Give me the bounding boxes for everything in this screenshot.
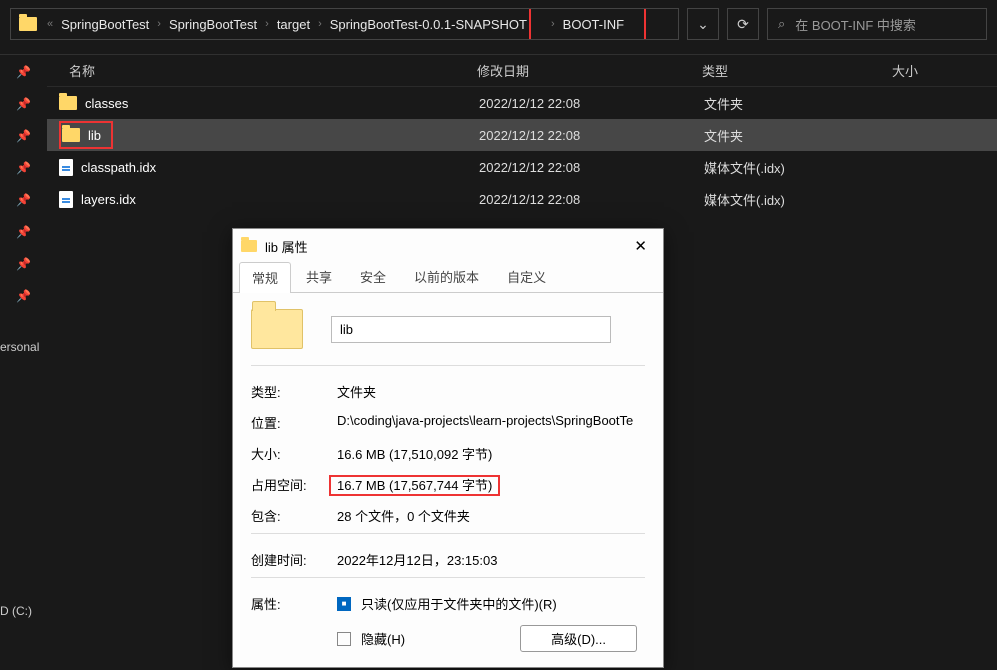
pin-icon[interactable]: 📌 <box>16 225 31 239</box>
tab-custom[interactable]: 自定义 <box>494 261 559 292</box>
breadcrumb-seg[interactable]: SpringBootTest-0.0.1-SNAPSHOT <box>326 17 531 32</box>
pin-icon[interactable]: 📌 <box>16 289 31 303</box>
folder-icon <box>251 309 303 349</box>
close-button[interactable]: ✕ <box>626 235 655 257</box>
tab-general[interactable]: 常规 <box>239 262 291 293</box>
hidden-checkbox[interactable] <box>337 632 351 646</box>
breadcrumb-current[interactable]: › BOOT-INF <box>529 8 646 40</box>
toolbar: « SpringBootTest › SpringBootTest › targ… <box>0 0 997 55</box>
refresh-button[interactable]: ⟳ <box>727 8 759 40</box>
breadcrumb-seg[interactable]: SpringBootTest <box>57 17 153 32</box>
value-created: 2022年12月12日，23:15:03 <box>337 550 645 569</box>
list-item[interactable]: classpath.idx 2022/12/12 22:08 媒体文件(.idx… <box>47 151 997 183</box>
file-name: lib <box>88 128 101 143</box>
file-icon <box>59 191 73 208</box>
file-date: 2022/12/12 22:08 <box>479 160 704 175</box>
value-disk: 16.7 MB (17,567,744 字节) <box>337 478 492 493</box>
history-button[interactable]: ⌄ <box>687 8 719 40</box>
tab-security[interactable]: 安全 <box>347 261 399 292</box>
dialog-title: lib 属性 <box>265 237 308 256</box>
pin-icon[interactable]: 📌 <box>16 161 31 175</box>
breadcrumb-seg[interactable]: SpringBootTest <box>165 17 261 32</box>
chevron-right-icon: › <box>547 18 559 30</box>
column-date[interactable]: 修改日期 <box>477 61 702 80</box>
folder-icon <box>19 17 37 31</box>
tab-row: 常规 共享 安全 以前的版本 自定义 <box>233 261 663 293</box>
value-type: 文件夹 <box>337 382 645 401</box>
file-name: classpath.idx <box>81 160 156 175</box>
highlight-box: 16.7 MB (17,567,744 字节) <box>329 475 500 496</box>
file-date: 2022/12/12 22:08 <box>479 96 704 111</box>
search-input[interactable]: ⌕ 在 BOOT-INF 中搜索 <box>767 8 987 40</box>
column-type[interactable]: 类型 <box>702 61 892 80</box>
sidebar-item-drive[interactable]: D (C:) <box>0 604 32 618</box>
value-size: 16.6 MB (17,510,092 字节) <box>337 444 645 463</box>
file-icon <box>59 159 73 176</box>
column-header-row: 名称 修改日期 类型 大小 <box>47 55 997 87</box>
pin-icon[interactable]: 📌 <box>16 65 31 79</box>
properties-dialog: lib 属性 ✕ 常规 共享 安全 以前的版本 自定义 类型:文件夹 位置:D:… <box>232 228 664 668</box>
list-item[interactable]: classes 2022/12/12 22:08 文件夹 <box>47 87 997 119</box>
folder-name-input[interactable] <box>331 316 611 343</box>
label-size: 大小: <box>251 444 337 463</box>
tab-share[interactable]: 共享 <box>293 261 345 292</box>
file-type: 文件夹 <box>704 126 894 145</box>
chevron-right-icon: › <box>153 18 165 30</box>
folder-icon <box>59 96 77 110</box>
search-placeholder: 在 BOOT-INF 中搜索 <box>795 15 916 34</box>
readonly-label: 只读(仅应用于文件夹中的文件)(R) <box>361 594 557 613</box>
breadcrumb-seg[interactable]: BOOT-INF <box>559 17 628 32</box>
file-type: 媒体文件(.idx) <box>704 190 894 209</box>
tab-body: 类型:文件夹 位置:D:\coding\java-projects\learn-… <box>233 293 663 667</box>
chevron-down-icon: ⌄ <box>697 16 709 33</box>
sidebar: 📌 📌 📌 📌 📌 📌 📌 📌 <box>0 55 47 670</box>
file-date: 2022/12/12 22:08 <box>479 128 704 143</box>
pin-icon[interactable]: 📌 <box>16 97 31 111</box>
value-location: D:\coding\java-projects\learn-projects\S… <box>337 413 645 432</box>
value-contains: 28 个文件，0 个文件夹 <box>337 506 645 525</box>
folder-icon <box>62 128 80 142</box>
file-date: 2022/12/12 22:08 <box>479 192 704 207</box>
chevron-right-icon: › <box>314 18 326 30</box>
label-type: 类型: <box>251 382 337 401</box>
folder-icon <box>241 240 257 252</box>
file-name: classes <box>85 96 128 111</box>
column-name[interactable]: 名称 <box>47 61 477 80</box>
address-bar[interactable]: « SpringBootTest › SpringBootTest › targ… <box>10 8 679 40</box>
chevron-right-icon: › <box>261 18 273 30</box>
search-icon: ⌕ <box>778 16 785 32</box>
refresh-icon: ⟳ <box>737 16 749 33</box>
breadcrumb-overflow[interactable]: « <box>43 18 57 30</box>
label-disk: 占用空间: <box>251 475 337 494</box>
pin-icon[interactable]: 📌 <box>16 193 31 207</box>
advanced-button[interactable]: 高级(D)... <box>520 625 637 652</box>
label-contains: 包含: <box>251 506 337 525</box>
pin-icon[interactable]: 📌 <box>16 257 31 271</box>
hidden-label: 隐藏(H) <box>361 629 405 648</box>
file-name: layers.idx <box>81 192 136 207</box>
label-attrs: 属性: <box>251 594 337 613</box>
readonly-checkbox[interactable] <box>337 597 351 611</box>
file-type: 文件夹 <box>704 94 894 113</box>
dialog-titlebar[interactable]: lib 属性 ✕ <box>233 229 663 261</box>
breadcrumb-seg[interactable]: target <box>273 17 314 32</box>
label-location: 位置: <box>251 413 337 432</box>
list-item[interactable]: layers.idx 2022/12/12 22:08 媒体文件(.idx) <box>47 183 997 215</box>
highlight-box: lib <box>59 121 113 149</box>
file-type: 媒体文件(.idx) <box>704 158 894 177</box>
tab-previous[interactable]: 以前的版本 <box>401 261 492 292</box>
label-created: 创建时间: <box>251 550 337 569</box>
sidebar-item-personal[interactable]: ersonal <box>0 340 39 354</box>
column-size[interactable]: 大小 <box>892 61 997 80</box>
pin-icon[interactable]: 📌 <box>16 129 31 143</box>
list-item[interactable]: lib 2022/12/12 22:08 文件夹 <box>47 119 997 151</box>
